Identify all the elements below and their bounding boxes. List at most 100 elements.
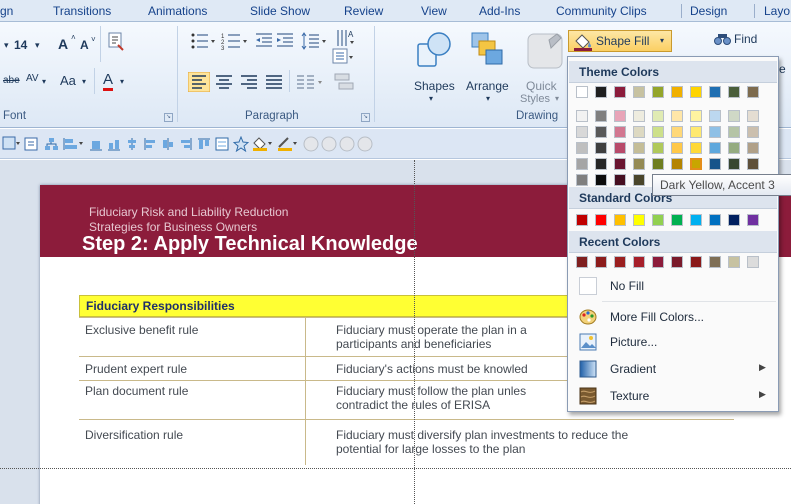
theme-color-swatch[interactable] [614,174,626,186]
align-top-icon[interactable] [197,137,211,151]
clear-formatting-icon[interactable] [107,31,125,51]
bullets-icon[interactable] [190,32,216,50]
tab-transitions[interactable]: Transitions [53,4,111,18]
desc-exclusive-benefit-1[interactable]: Fiduciary must operate the plan in a [336,323,527,337]
theme-color-swatch[interactable] [576,126,588,138]
numbering-icon[interactable]: 123 [221,32,249,50]
theme-color-swatch[interactable] [747,158,759,170]
slide-title[interactable]: Step 2: Apply Technical Knowledge [82,233,418,256]
theme-color-swatch[interactable] [747,126,759,138]
font-size-dropdown-arrow[interactable]: ▾ [4,40,9,51]
shape-effects-icons[interactable] [303,136,383,152]
font-color-arrow-icon[interactable]: ▾ [120,77,124,86]
recent-color-swatch[interactable] [576,256,588,268]
theme-color-swatch[interactable] [671,158,683,170]
theme-color-swatch[interactable] [614,142,626,154]
tab-slide-show[interactable]: Slide Show [250,4,310,18]
theme-color-swatch[interactable] [747,142,759,154]
theme-color-swatch[interactable] [595,158,607,170]
theme-color-swatch[interactable] [652,86,664,98]
send-backward-icon[interactable] [107,137,121,151]
theme-color-swatch[interactable] [690,142,702,154]
paragraph-dialog-launcher-icon[interactable]: ↘ [361,113,370,122]
align-objects-icon[interactable] [62,137,84,151]
theme-color-swatch[interactable] [614,126,626,138]
theme-color-swatch[interactable] [652,158,664,170]
theme-color-swatch[interactable] [747,110,759,122]
recent-color-swatch[interactable] [633,256,645,268]
recent-color-swatch[interactable] [690,256,702,268]
char-spacing-arrow-icon[interactable]: ▾ [42,77,46,86]
shapes-icon[interactable] [416,30,452,70]
theme-color-swatch[interactable] [652,142,664,154]
star-icon[interactable] [233,136,249,152]
change-case-arrow-icon[interactable]: ▾ [82,77,86,86]
horizontal-guide[interactable] [0,468,791,469]
decrease-indent-icon[interactable] [255,32,273,50]
rule-prudent-expert[interactable]: Prudent expert rule [85,362,187,376]
vertical-guide[interactable] [414,160,415,504]
quick-styles-label-1[interactable]: Quick [526,79,557,93]
theme-color-swatch[interactable] [728,86,740,98]
theme-color-swatch[interactable] [690,126,702,138]
shape-fill-button[interactable]: Shape Fill ▾ [568,30,672,52]
align-right-icon[interactable] [240,74,258,90]
standard-color-swatch[interactable] [728,214,740,226]
theme-color-swatch[interactable] [728,158,740,170]
font-color-button[interactable]: A [103,71,114,91]
increase-indent-icon[interactable] [276,32,294,50]
ungroup-icon[interactable] [179,137,193,151]
recent-color-swatch[interactable] [671,256,683,268]
theme-color-swatch[interactable] [728,110,740,122]
theme-color-swatch[interactable] [633,158,645,170]
align-left-icon[interactable] [188,72,210,92]
standard-color-swatch[interactable] [747,214,759,226]
recent-color-swatch[interactable] [652,256,664,268]
recent-color-swatch[interactable] [709,256,721,268]
standard-color-swatch[interactable] [652,214,664,226]
shapes-label[interactable]: Shapes [414,79,455,93]
arrange-label[interactable]: Arrange [466,79,509,93]
desc-diversification-1[interactable]: Fiduciary must diversify plan investment… [336,428,628,442]
columns-icon[interactable] [296,74,324,90]
theme-color-swatch[interactable] [709,142,721,154]
arrange-icon[interactable] [471,32,503,68]
theme-color-swatch[interactable] [576,158,588,170]
distribute-icon[interactable] [125,137,139,151]
tab-design-partial[interactable]: gn [0,4,13,18]
tab-add-ins[interactable]: Add-Ins [479,4,520,18]
theme-color-swatch[interactable] [633,174,645,186]
org-chart-icon[interactable] [44,137,58,151]
align-text-icon[interactable] [332,48,354,68]
theme-color-swatch[interactable] [614,158,626,170]
theme-color-swatch[interactable] [709,126,721,138]
rule-exclusive-benefit[interactable]: Exclusive benefit rule [85,323,198,337]
theme-color-swatch[interactable] [633,110,645,122]
theme-color-swatch[interactable] [747,86,759,98]
theme-color-swatch[interactable] [690,158,702,170]
theme-color-swatch[interactable] [633,126,645,138]
line-spacing-icon[interactable] [301,32,327,50]
tab-view[interactable]: View [421,4,447,18]
standard-color-swatch[interactable] [709,214,721,226]
find-label[interactable]: Find [734,32,757,46]
theme-color-swatch[interactable] [690,110,702,122]
recent-color-swatch[interactable] [595,256,607,268]
fill-color-icon[interactable] [252,136,274,152]
theme-color-swatch[interactable] [709,110,721,122]
line-color-icon[interactable] [277,136,299,152]
quick-styles-icon[interactable] [527,30,565,70]
standard-color-swatch[interactable] [595,214,607,226]
font-dialog-launcher-icon[interactable]: ↘ [164,113,173,122]
theme-color-swatch[interactable] [576,86,588,98]
theme-color-swatch[interactable] [614,110,626,122]
tab-design[interactable]: Design [690,4,727,18]
arrange-arrow-icon[interactable]: ▾ [486,94,490,103]
theme-color-swatch[interactable] [671,142,683,154]
theme-color-swatch[interactable] [709,86,721,98]
theme-color-swatch[interactable] [728,126,740,138]
theme-color-swatch[interactable] [576,142,588,154]
standard-color-swatch[interactable] [633,214,645,226]
textbox-icon[interactable] [24,137,38,151]
slide-subtitle-line-1[interactable]: Fiduciary Risk and Liability Reduction [89,205,288,219]
